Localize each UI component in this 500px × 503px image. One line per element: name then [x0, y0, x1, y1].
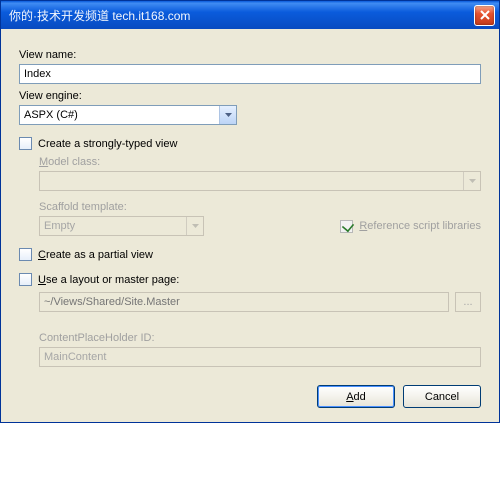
layout-group: ... ContentPlaceHolder ID:: [39, 292, 481, 367]
strongly-typed-group: Model class: Scaffold template:: [39, 156, 481, 236]
reference-scripts-label: Reference script libraries: [359, 220, 481, 232]
layout-path-input: [39, 292, 449, 312]
add-button[interactable]: Add: [317, 385, 395, 408]
create-partial-checkbox[interactable]: [19, 248, 32, 261]
close-button[interactable]: [474, 5, 495, 26]
reference-scripts-checkbox: [340, 220, 353, 233]
content-placeholder-input: [39, 347, 481, 367]
titlebar-watermark: 你的·技术开发频道 tech.it168.com: [9, 7, 190, 24]
scaffold-template-combo: [39, 216, 204, 236]
strongly-typed-label: Create a strongly-typed view: [38, 138, 177, 150]
dialog-window: 你的·技术开发频道 tech.it168.com View name: View…: [0, 0, 500, 423]
browse-button: ...: [455, 292, 481, 312]
view-engine-label: View engine:: [19, 90, 481, 102]
titlebar: 你的·技术开发频道 tech.it168.com: [1, 1, 499, 29]
ellipsis-icon: ...: [463, 296, 472, 308]
use-layout-label: Use a layout or master page:: [38, 274, 179, 286]
content-placeholder-label: ContentPlaceHolder ID:: [39, 332, 481, 344]
scaffold-template-label: Scaffold template:: [39, 201, 481, 213]
reference-scripts-row: Reference script libraries: [340, 220, 481, 233]
strongly-typed-checkbox-row[interactable]: Create a strongly-typed view: [19, 137, 481, 150]
model-class-input: [39, 171, 481, 191]
button-bar: Add Cancel: [19, 385, 481, 408]
close-icon: [480, 10, 490, 20]
view-engine-value[interactable]: [19, 105, 237, 125]
scaffold-template-value: [39, 216, 204, 236]
model-class-label: Model class:: [39, 156, 481, 168]
view-engine-combo[interactable]: [19, 105, 237, 125]
cancel-button[interactable]: Cancel: [403, 385, 481, 408]
use-layout-checkbox[interactable]: [19, 273, 32, 286]
model-class-combo: [39, 171, 481, 191]
create-partial-label: Create as a partial view: [38, 249, 153, 261]
strongly-typed-checkbox[interactable]: [19, 137, 32, 150]
use-layout-row[interactable]: Use a layout or master page:: [19, 273, 481, 286]
dialog-content: View name: View engine: Create a strongl…: [1, 29, 499, 422]
view-name-label: View name:: [19, 49, 481, 61]
create-partial-row[interactable]: Create as a partial view: [19, 248, 481, 261]
view-name-input[interactable]: [19, 64, 481, 84]
